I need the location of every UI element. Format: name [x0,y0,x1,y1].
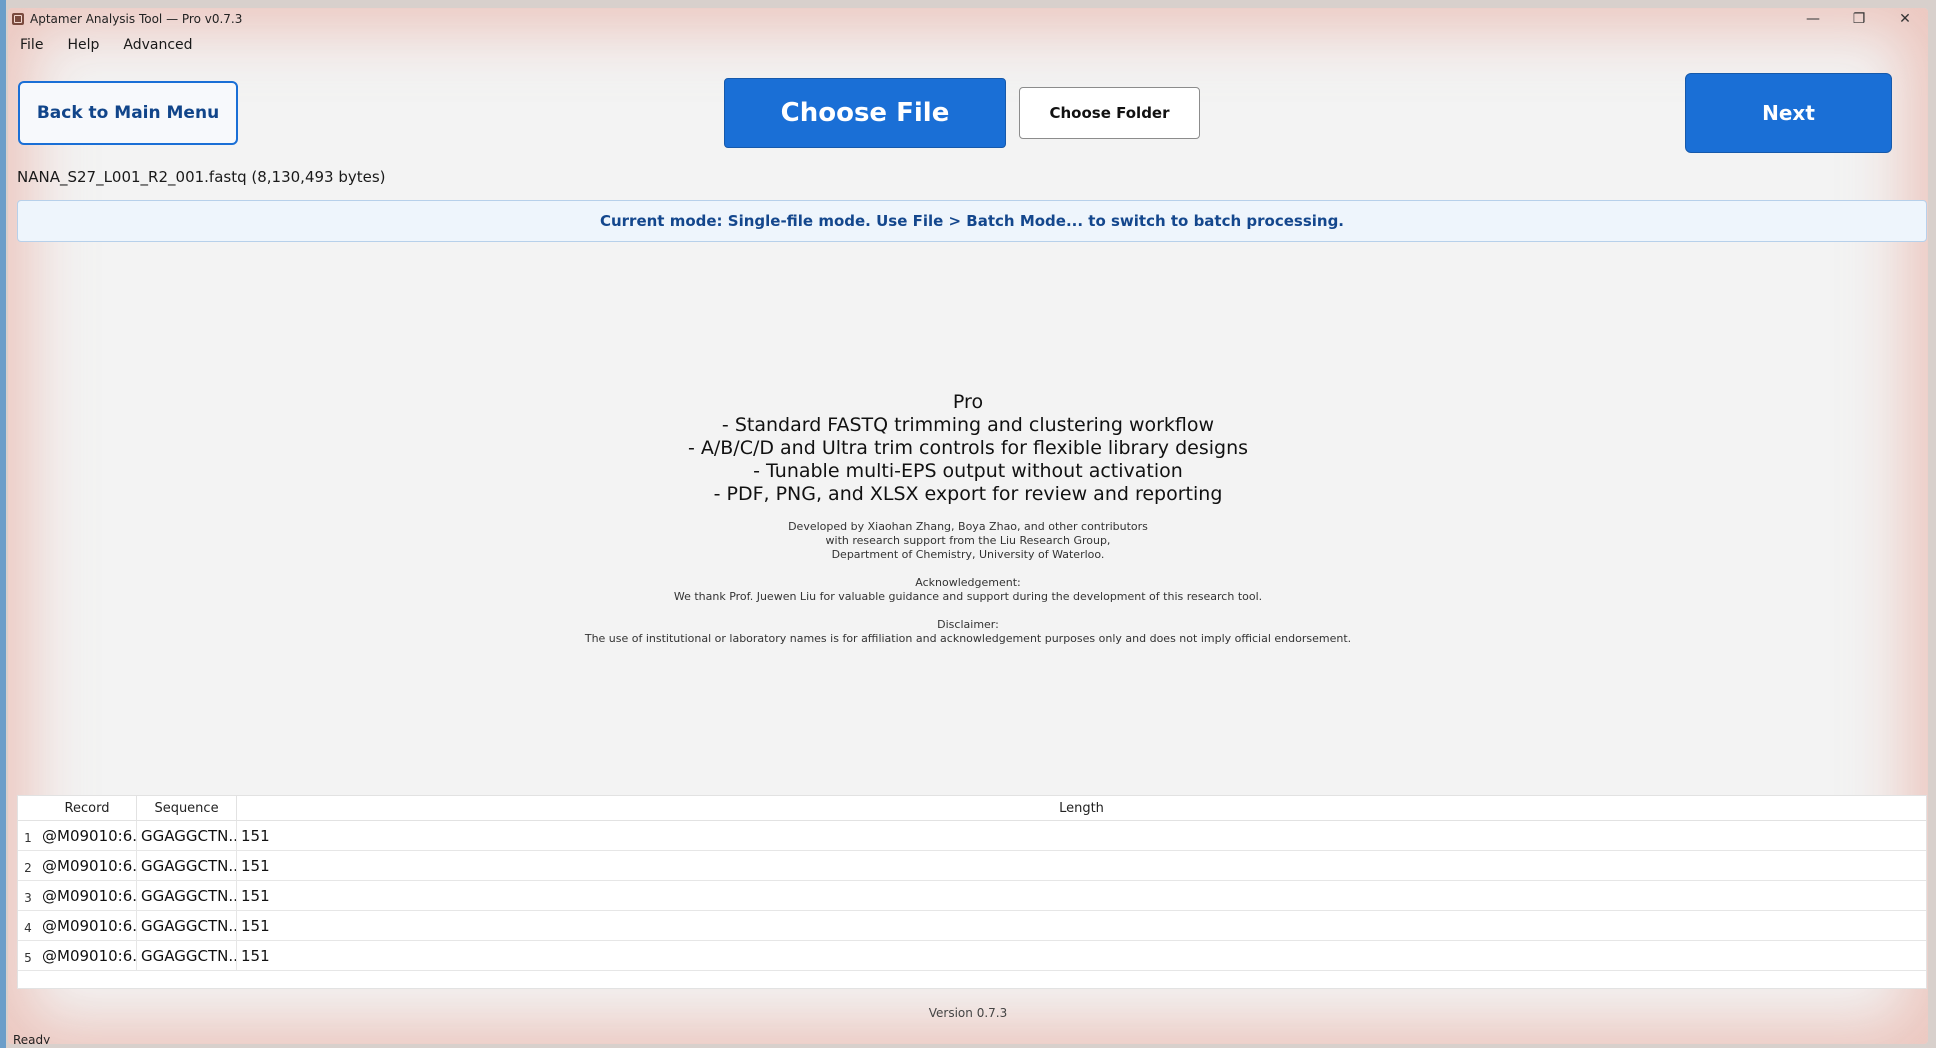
choose-file-button[interactable]: Choose File [724,78,1006,148]
edition-heading: Pro [952,391,984,413]
row-index: 4 [24,920,32,935]
maximize-icon[interactable]: ❐ [1836,8,1882,30]
sequence-cell[interactable]: GGAGGCTN... [137,821,237,850]
record-cell[interactable]: @M09010:6... [38,821,137,850]
row-index: 1 [24,830,32,845]
record-cell[interactable]: @M09010:6... [38,851,137,880]
minimize-icon[interactable]: — [1790,8,1836,30]
menu-advanced[interactable]: Advanced [111,37,204,53]
record-cell[interactable]: @M09010:6... [38,881,137,910]
status-bar-text: Ready [13,1033,51,1044]
feature-line: - Tunable multi-EPS output without activ… [753,460,1183,482]
disclaimer-text: The use of institutional or laboratory n… [584,632,1352,645]
table-row[interactable]: 3 @M09010:6... GGAGGCTN... 151 [18,881,1926,911]
sequence-cell[interactable]: GGAGGCTN... [137,911,237,940]
app-icon [12,13,24,25]
mode-banner: Current mode: Single-file mode. Use File… [17,200,1927,242]
menu-help[interactable]: Help [55,37,111,53]
credits-line: Developed by Xiaohan Zhang, Boya Zhao, a… [788,520,1148,533]
record-cell[interactable]: @M09010:6... [38,941,137,970]
feature-line: - A/B/C/D and Ultra trim controls for fl… [687,437,1249,459]
column-header-record[interactable]: Record [38,796,137,820]
selected-file-label: NANA_S27_L001_R2_001.fastq (8,130,493 by… [17,168,386,186]
feature-line: - PDF, PNG, and XLSX export for review a… [713,483,1223,505]
table-row[interactable]: 2 @M09010:6... GGAGGCTN... 151 [18,851,1926,881]
window-controls: — ❐ ✕ [1790,8,1928,30]
menu-bar: File Help Advanced [8,34,205,56]
sequence-cell[interactable]: GGAGGCTN... [137,851,237,880]
length-cell[interactable]: 151 [237,821,1926,850]
table-row[interactable]: 1 @M09010:6... GGAGGCTN... 151 [18,821,1926,851]
table-row[interactable]: 4 @M09010:6... GGAGGCTN... 151 [18,911,1926,941]
credits-line: Department of Chemistry, University of W… [831,548,1105,561]
back-to-main-menu-button[interactable]: Back to Main Menu [18,81,238,145]
length-cell[interactable]: 151 [237,911,1926,940]
length-cell[interactable]: 151 [237,881,1926,910]
version-label: Version 0.7.3 [928,1006,1008,1020]
menu-file[interactable]: File [8,37,55,53]
feature-line: - Standard FASTQ trimming and clustering… [721,414,1215,436]
app-window: Aptamer Analysis Tool — Pro v0.7.3 — ❐ ✕… [8,8,1928,1044]
acknowledgement-text: We thank Prof. Juewen Liu for valuable g… [673,590,1263,603]
length-cell[interactable]: 151 [237,851,1926,880]
row-index: 3 [24,890,32,905]
row-index: 5 [24,950,32,965]
credits-block: Developed by Xiaohan Zhang, Boya Zhao, a… [8,520,1928,646]
credits-line: with research support from the Liu Resea… [825,534,1111,547]
length-cell[interactable]: 151 [237,941,1926,970]
title-bar: Aptamer Analysis Tool — Pro v0.7.3 — ❐ ✕ [8,8,1928,30]
about-panel: Pro - Standard FASTQ trimming and cluste… [8,391,1928,646]
window-title: Aptamer Analysis Tool — Pro v0.7.3 [30,12,243,26]
column-header-length[interactable]: Length [237,796,1926,820]
choose-folder-button[interactable]: Choose Folder [1019,87,1200,139]
table-row[interactable]: 5 @M09010:6... GGAGGCTN... 151 [18,941,1926,971]
sequence-cell[interactable]: GGAGGCTN... [137,881,237,910]
column-header-sequence[interactable]: Sequence [137,796,237,820]
row-index: 2 [24,860,32,875]
row-index-header [18,796,38,820]
table-header: Record Sequence Length [18,796,1926,821]
acknowledgement-title: Acknowledgement: [915,576,1021,589]
disclaimer-title: Disclaimer: [937,618,999,631]
close-icon[interactable]: ✕ [1882,8,1928,30]
preview-table[interactable]: Record Sequence Length 1 @M09010:6... GG… [17,795,1927,989]
sequence-cell[interactable]: GGAGGCTN... [137,941,237,970]
next-button[interactable]: Next [1685,73,1892,153]
record-cell[interactable]: @M09010:6... [38,911,137,940]
